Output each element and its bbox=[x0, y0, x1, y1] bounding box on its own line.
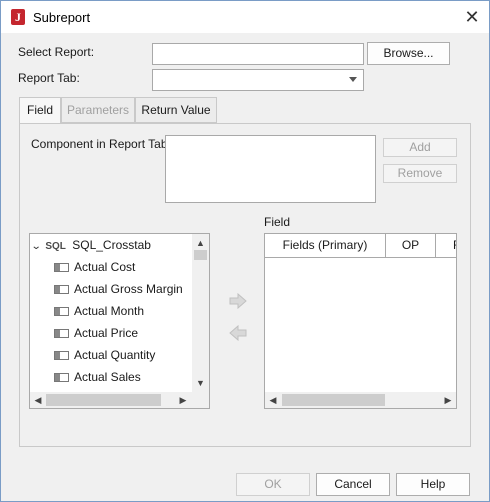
field-table[interactable]: Fields (Primary) OP F ◀ ▶ bbox=[264, 233, 457, 409]
move-right-arrow-icon[interactable] bbox=[229, 293, 247, 309]
scrollbar-thumb[interactable] bbox=[282, 394, 385, 406]
field-icon bbox=[54, 307, 69, 317]
tree-item-label: Actual Quantity bbox=[74, 348, 156, 362]
subreport-dialog: J Subreport ✕ Select Report: Browse... R… bbox=[0, 0, 490, 502]
tree-item[interactable]: Actual Price bbox=[54, 322, 138, 344]
browse-button[interactable]: Browse... bbox=[367, 42, 450, 65]
tab-parameters-label: Parameters bbox=[66, 103, 130, 117]
scroll-down-icon[interactable]: ▼ bbox=[193, 376, 208, 390]
ok-button[interactable]: OK bbox=[236, 473, 310, 496]
field-icon bbox=[54, 285, 69, 295]
sql-icon: SQL bbox=[45, 241, 66, 252]
tab-return-value[interactable]: Return Value bbox=[135, 97, 217, 123]
field-icon bbox=[54, 329, 69, 339]
scroll-up-icon[interactable]: ▲ bbox=[193, 236, 208, 250]
component-list[interactable] bbox=[165, 135, 376, 203]
tab-return-value-label: Return Value bbox=[141, 103, 211, 117]
app-logo-icon: J bbox=[11, 9, 25, 25]
title-bar[interactable]: J Subreport ✕ bbox=[1, 1, 489, 33]
field-label: Field bbox=[264, 215, 291, 229]
tab-field-label: Field bbox=[26, 103, 53, 117]
select-report-label: Select Report: bbox=[18, 45, 95, 59]
tree-item-label: Actual Price bbox=[74, 326, 139, 340]
tab-field[interactable]: Field bbox=[19, 97, 61, 124]
field-tree[interactable]: ⌄ SQL SQL_Crosstab Actual Cost Actual Gr… bbox=[29, 233, 210, 409]
field-icon bbox=[54, 351, 69, 361]
scroll-right-icon[interactable]: ▶ bbox=[441, 393, 455, 407]
scroll-left-icon[interactable]: ◀ bbox=[31, 393, 45, 407]
scroll-right-icon[interactable]: ▶ bbox=[176, 393, 190, 407]
tree-item-label: Actual Gross Margin bbox=[74, 282, 183, 296]
tree-item[interactable]: Actual Quantity bbox=[54, 344, 155, 366]
report-tab-label: Report Tab: bbox=[18, 71, 80, 85]
column-header-fields-primary[interactable]: Fields (Primary) bbox=[265, 234, 386, 258]
tree-item[interactable]: Actual Sales bbox=[54, 366, 141, 388]
chevron-down-icon[interactable]: ⌄ bbox=[31, 236, 42, 258]
scroll-left-icon[interactable]: ◀ bbox=[266, 393, 280, 407]
tree-item[interactable]: Actual Month bbox=[54, 300, 144, 322]
field-icon bbox=[54, 373, 69, 383]
tree-item-label: Actual Cost bbox=[74, 260, 136, 274]
column-header-op[interactable]: OP bbox=[386, 234, 436, 258]
report-tab-dropdown[interactable] bbox=[152, 69, 364, 91]
tree-horizontal-scrollbar[interactable]: ◀ ▶ bbox=[30, 392, 209, 408]
cancel-button[interactable]: Cancel bbox=[316, 473, 390, 496]
scrollbar-thumb[interactable] bbox=[46, 394, 161, 406]
tree-item[interactable]: Actual Gross Margin bbox=[54, 278, 183, 300]
table-horizontal-scrollbar[interactable]: ◀ ▶ bbox=[265, 392, 456, 408]
scrollbar-thumb[interactable] bbox=[194, 250, 207, 260]
tree-root-label: SQL_Crosstab bbox=[72, 238, 151, 252]
chevron-down-icon bbox=[349, 77, 357, 82]
move-left-arrow-icon[interactable] bbox=[229, 325, 247, 341]
tree-item-label: Actual Month bbox=[74, 304, 145, 318]
tree-item[interactable]: Actual Cost bbox=[54, 256, 135, 278]
component-label: Component in Report Tab: bbox=[31, 137, 171, 151]
tree-vertical-scrollbar[interactable]: ▲ ▼ bbox=[192, 234, 209, 392]
close-icon[interactable]: ✕ bbox=[459, 5, 485, 29]
select-report-input[interactable] bbox=[152, 43, 364, 65]
tree-root-sql-crosstab[interactable]: ⌄ SQL SQL_Crosstab bbox=[31, 234, 151, 258]
add-button[interactable]: Add bbox=[383, 138, 457, 157]
window-title: Subreport bbox=[33, 10, 91, 25]
tree-item-label: Actual Sales bbox=[74, 370, 141, 384]
column-header-f[interactable]: F bbox=[436, 234, 456, 258]
help-button[interactable]: Help bbox=[396, 473, 470, 496]
field-icon bbox=[54, 263, 69, 273]
tab-parameters: Parameters bbox=[61, 97, 135, 123]
remove-button[interactable]: Remove bbox=[383, 164, 457, 183]
